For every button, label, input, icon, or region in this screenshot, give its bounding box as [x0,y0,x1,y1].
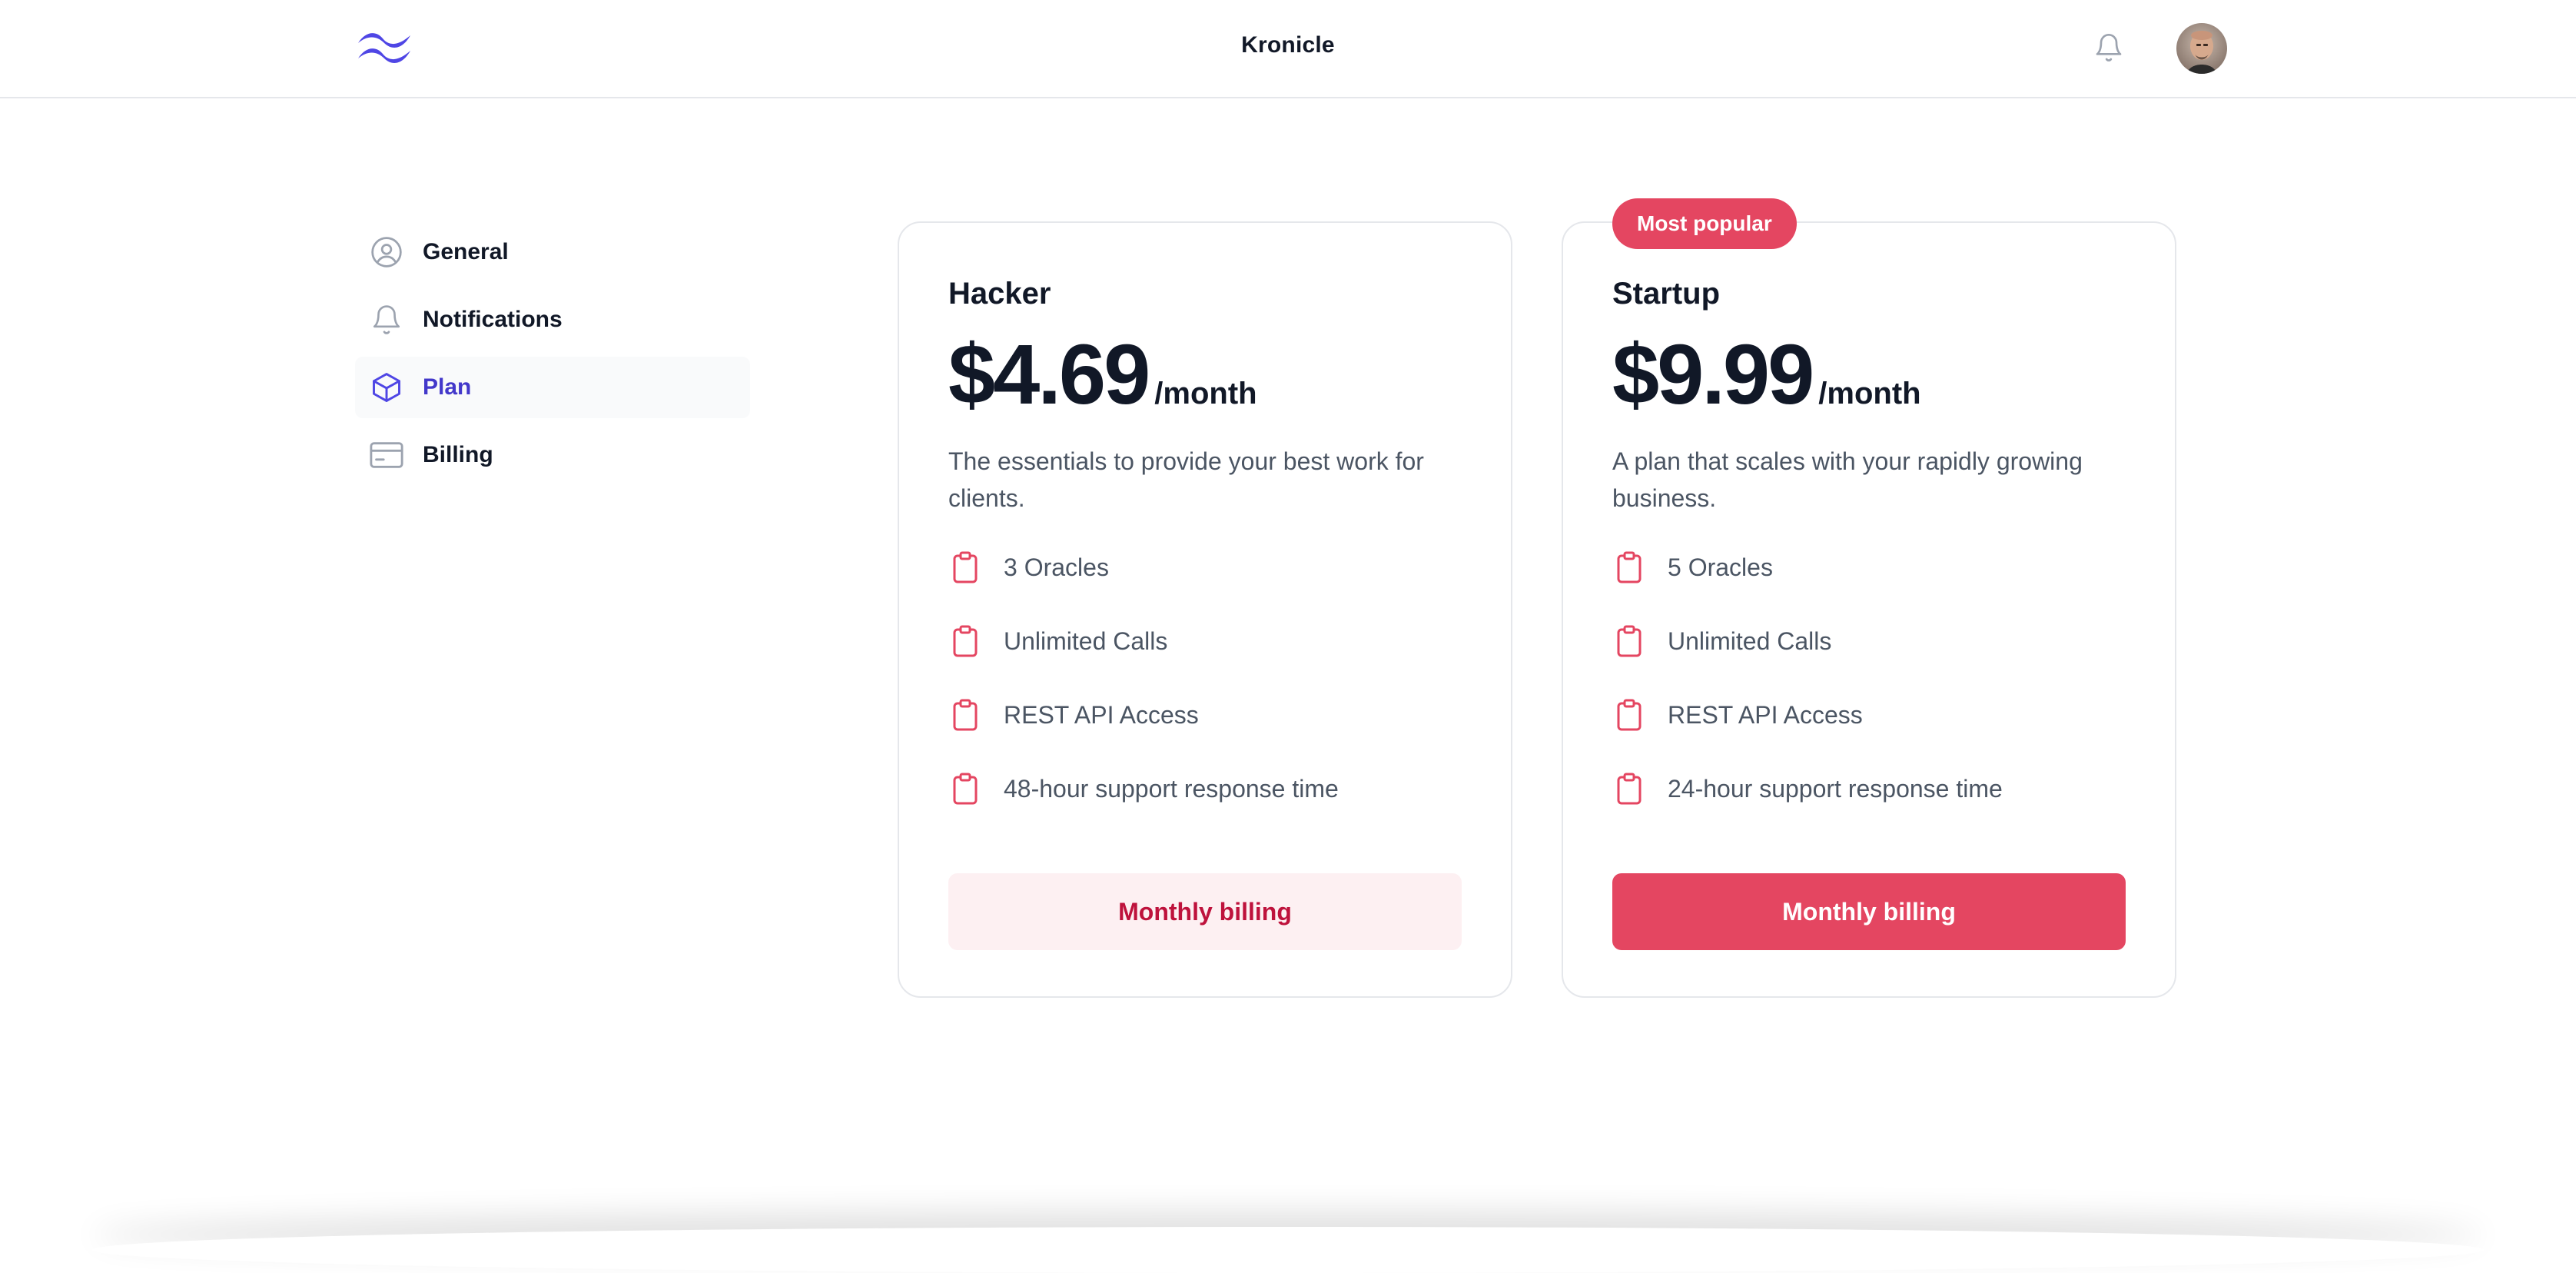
plan-price: $4.69 [948,329,1148,421]
feature-item: 24-hour support response time [1612,770,2126,807]
clipboard-icon [1612,772,1646,806]
most-popular-badge: Most popular [1612,198,1797,249]
feature-list: 3 Oracles Unlimited Calls REST API Acces… [948,549,1462,807]
feature-text: REST API Access [1004,701,1199,730]
plan-period: /month [1818,377,1920,411]
plan-period: /month [1154,377,1256,411]
monthly-billing-button[interactable]: Monthly billing [1612,873,2126,950]
feature-text: 24-hour support response time [1668,775,2003,803]
feature-text: 3 Oracles [1004,553,1109,582]
clipboard-icon [948,624,982,658]
credit-card-icon [369,437,404,473]
feature-item: REST API Access [948,696,1462,733]
user-circle-icon [369,234,404,270]
settings-sidebar: General Notifications Plan [355,221,750,492]
clipboard-icon [1612,624,1646,658]
plan-description: A plan that scales with your rapidly gro… [1612,443,2126,517]
feature-item: 3 Oracles [948,549,1462,586]
sidebar-item-plan[interactable]: Plan [355,357,750,418]
feature-item: 48-hour support response time [948,770,1462,807]
bottom-shadow [92,1227,2484,1273]
sidebar-item-notifications[interactable]: Notifications [355,289,750,351]
bell-icon [2093,31,2124,65]
top-navbar: Kronicle [0,0,2576,98]
plan-price: $9.99 [1612,329,1812,421]
feature-text: Unlimited Calls [1004,627,1167,656]
sidebar-item-label: Plan [423,374,471,401]
sidebar-item-billing[interactable]: Billing [355,424,750,486]
feature-item: Unlimited Calls [1612,623,2126,660]
cube-icon [369,370,404,405]
feature-text: REST API Access [1668,701,1863,730]
feature-text: 5 Oracles [1668,553,1773,582]
feature-text: Unlimited Calls [1668,627,1831,656]
feature-text: 48-hour support response time [1004,775,1339,803]
clipboard-icon [948,772,982,806]
clipboard-icon [1612,698,1646,732]
sidebar-item-label: General [423,239,509,265]
feature-item: 5 Oracles [1612,549,2126,586]
plan-card-startup: Most popular Startup $9.99 /month A plan… [1562,221,2176,998]
price-row: $9.99 /month [1612,329,2126,421]
notifications-button[interactable] [2089,28,2129,68]
plan-name: Startup [1612,274,2126,314]
clipboard-icon [948,550,982,584]
price-row: $4.69 /month [948,329,1462,421]
plan-description: The essentials to provide your best work… [948,443,1462,517]
sidebar-item-label: Notifications [423,307,563,333]
clipboard-icon [948,698,982,732]
monthly-billing-button[interactable]: Monthly billing [948,873,1462,950]
bell-icon [369,302,404,337]
sidebar-item-general[interactable]: General [355,221,750,283]
clipboard-icon [1612,550,1646,584]
user-avatar[interactable] [2176,23,2227,74]
plan-name: Hacker [948,274,1462,314]
feature-item: REST API Access [1612,696,2126,733]
feature-list: 5 Oracles Unlimited Calls REST API Acces… [1612,549,2126,807]
feature-item: Unlimited Calls [948,623,1462,660]
plan-card-hacker: Hacker $4.69 /month The essentials to pr… [898,221,1512,998]
sidebar-item-label: Billing [423,442,493,468]
